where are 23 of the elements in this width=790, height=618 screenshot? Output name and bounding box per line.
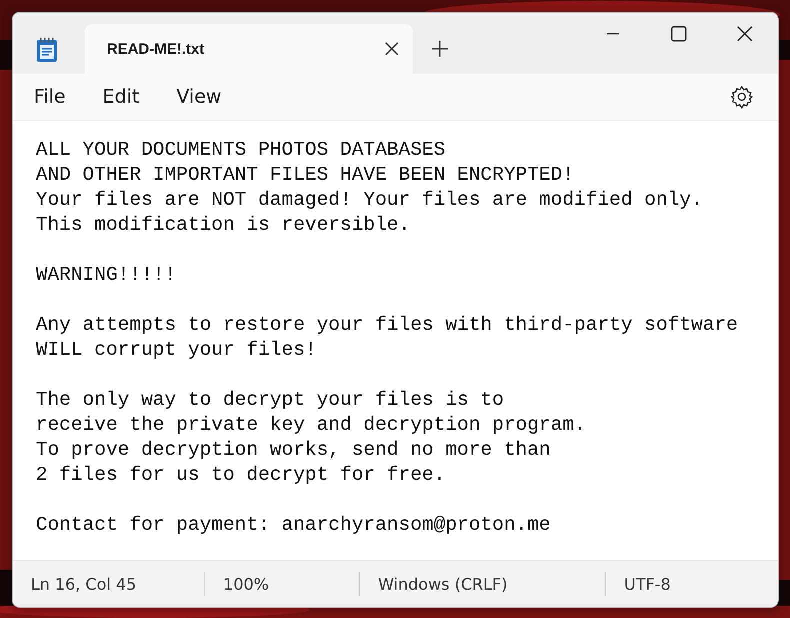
text-line: This modification is reversible. (36, 213, 410, 238)
status-text: UTF-8 (624, 574, 671, 594)
text-line: 2 files for us to decrypt for free. (36, 463, 446, 488)
text-line: To prove decryption works, send no more than (36, 438, 551, 463)
text-line: AND OTHER IMPORTANT FILES HAVE BEEN ENCRYPTED! (36, 163, 574, 188)
settings-icon[interactable] (730, 85, 754, 109)
status-text: Ln 16, Col 45 (31, 574, 137, 594)
menu-item[interactable]: File (23, 80, 77, 114)
text-line: ALL YOUR DOCUMENTS PHOTOS DATABASES (36, 138, 446, 163)
text-line: The only way to decrypt your files is to (36, 388, 504, 413)
notepad-icon (36, 37, 58, 63)
text-line: Contact for payment: anarchyransom@proton.me (36, 513, 551, 538)
close-icon[interactable] (383, 40, 401, 58)
file-tab[interactable]: READ-ME!.txt (85, 24, 413, 74)
menu-item[interactable]: Edit (92, 80, 151, 114)
text-line: receive the private key and decryption program. (36, 413, 586, 438)
status-text: Windows (CRLF) (378, 574, 508, 594)
status-text: 100% (223, 574, 270, 594)
menu-item[interactable]: View (166, 80, 233, 114)
text-line: WARNING!!!!! (36, 263, 176, 288)
text-line: Your files are NOT damaged! Your files are modified only. (36, 188, 704, 213)
text-line: Any attempts to restore your files with third-party software (36, 313, 738, 338)
text-line: WILL corrupt your files! (36, 338, 317, 363)
